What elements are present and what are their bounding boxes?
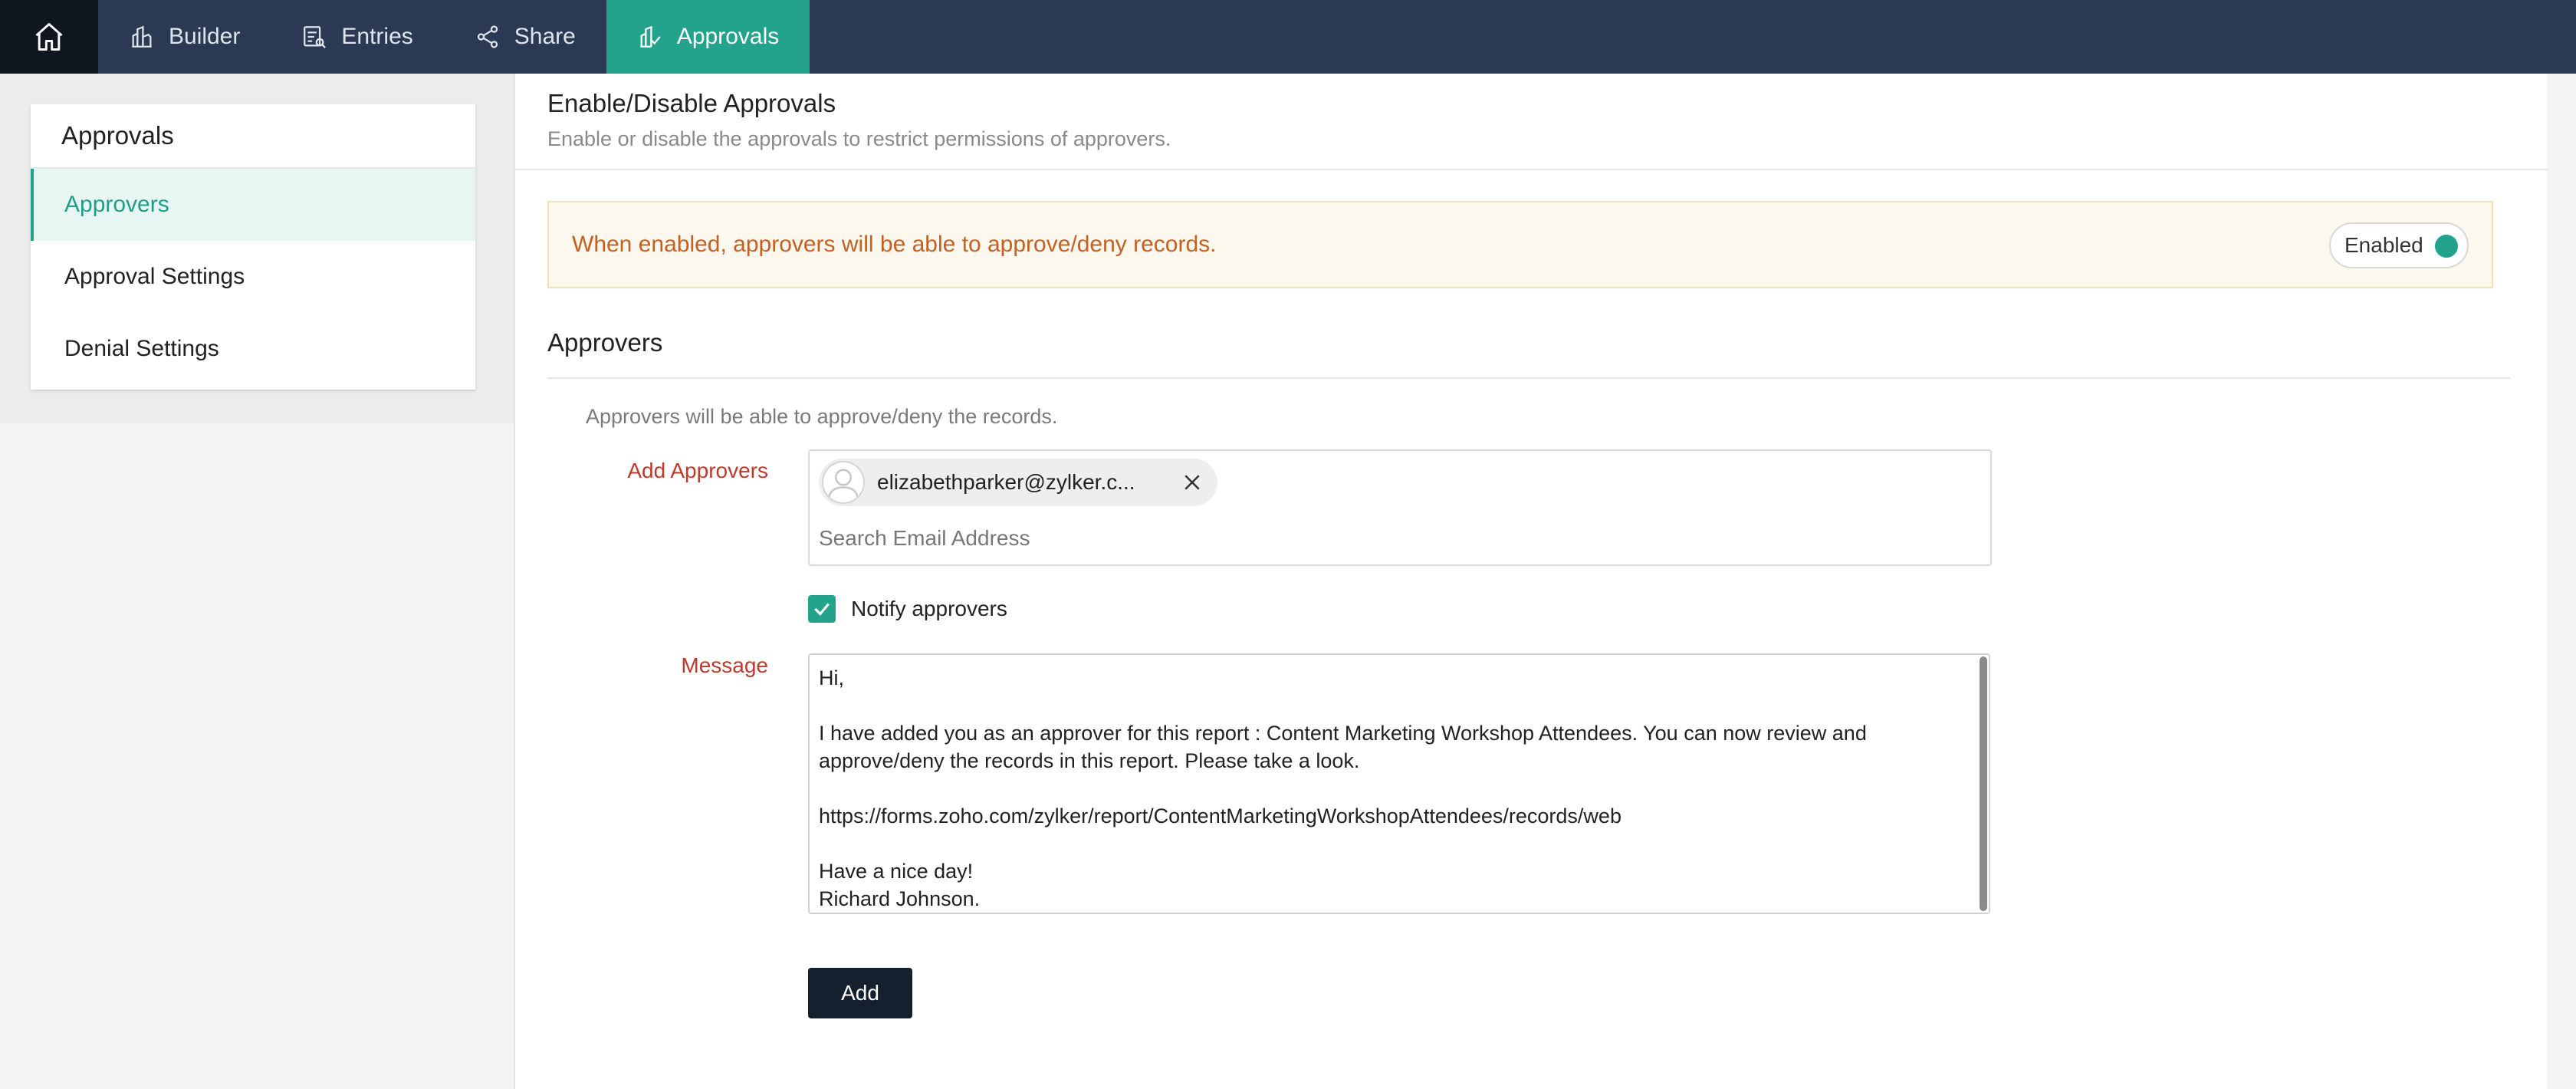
add-button[interactable]: Add [808,968,912,1018]
page-title: Enable/Disable Approvals [547,89,836,117]
close-icon[interactable] [1181,471,1204,494]
nav-entries-label: Entries [341,24,413,49]
notice-text: When enabled, approvers will be able to … [572,232,1217,257]
home-button[interactable] [0,0,98,74]
home-icon [35,23,63,51]
notify-label: Notify approvers [851,597,1007,620]
sidebar-item-denial-settings[interactable]: Denial Settings [31,313,475,385]
approval-notice: When enabled, approvers will be able to … [547,201,2493,288]
top-nav: Builder Entries Share Approvals [0,0,2576,74]
entries-icon [304,26,327,48]
nav-builder-label: Builder [169,24,241,49]
search-email-input[interactable] [819,521,1969,555]
enable-toggle[interactable]: Enabled [2329,222,2469,268]
scrollbar[interactable] [1980,656,1987,911]
sidebar-item-approvers[interactable]: Approvers [31,169,475,241]
add-approvers-label: Add Approvers [627,459,768,482]
sidebar: Approvals Approvers Approval Settings De… [31,104,475,390]
builder-icon [132,25,152,48]
nav-entries[interactable]: Entries [271,0,443,74]
check-icon [814,603,830,616]
approver-chip: elizabethparker@zylker.c... [819,459,1217,506]
page-subtitle: Enable or disable the approvals to restr… [547,127,1171,150]
approvers-section-title: Approvers [547,328,663,357]
sidebar-title: Approvals [31,104,475,169]
nav-builder[interactable]: Builder [98,0,271,74]
page-header: Enable/Disable Approvals Enable or disab… [515,74,2548,170]
avatar [822,461,865,504]
section-divider [547,377,2510,379]
notify-checkbox[interactable] [808,595,836,623]
user-avatar-icon [827,469,859,502]
sidebar-area: Approvals Approvers Approval Settings De… [0,74,514,423]
message-label: Message [681,653,768,677]
message-text: Hi, I have added you as an approver for … [819,666,1867,910]
nav-share-label: Share [514,24,576,49]
main-panel: Enable/Disable Approvals Enable or disab… [514,74,2548,1089]
nav-share[interactable]: Share [444,0,606,74]
approvers-field[interactable]: elizabethparker@zylker.c... [808,449,1992,566]
approver-email: elizabethparker@zylker.c... [877,470,1135,494]
message-textarea[interactable]: Hi, I have added you as an approver for … [808,653,1990,914]
toggle-knob [2435,235,2458,258]
sidebar-item-approval-settings[interactable]: Approval Settings [31,241,475,313]
toggle-label: Enabled [2344,233,2423,257]
nav-approvals[interactable]: Approvals [606,0,810,74]
nav-approvals-label: Approvals [676,24,780,49]
share-icon [477,25,498,48]
approvals-icon [640,25,661,48]
approvers-section-subtitle: Approvers will be able to approve/deny t… [586,405,1058,428]
